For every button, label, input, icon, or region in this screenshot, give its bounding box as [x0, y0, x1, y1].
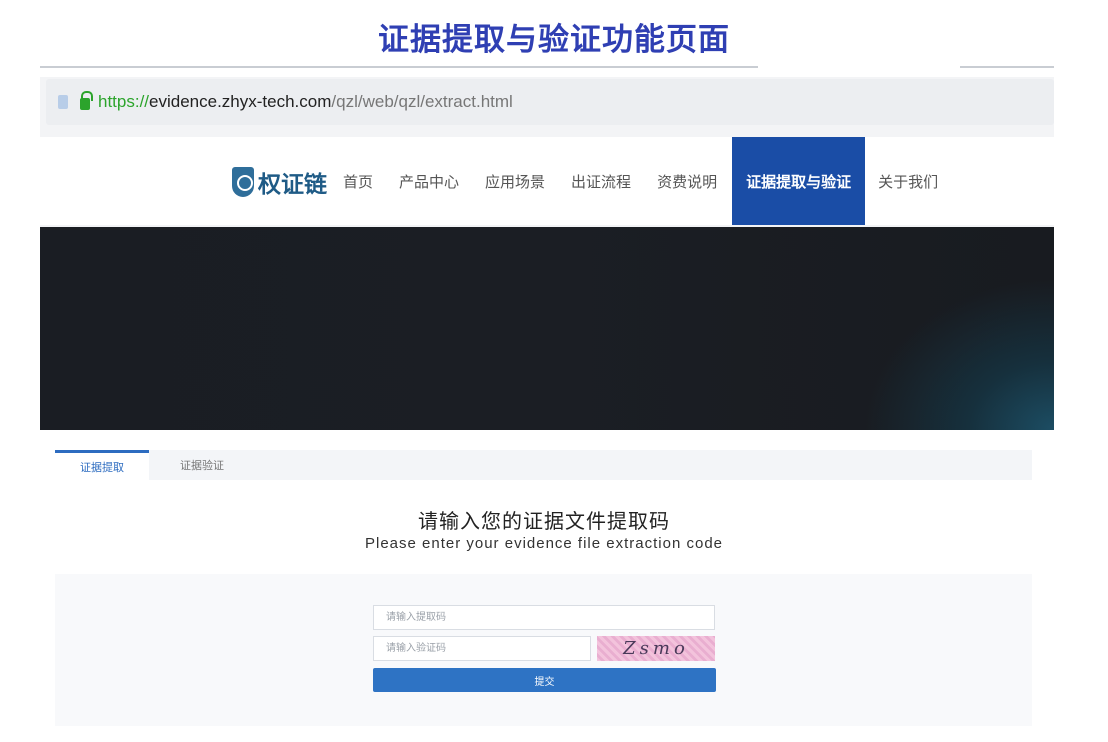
captcha-input[interactable] — [373, 636, 591, 661]
site-logo[interactable]: 权证链 — [232, 165, 327, 199]
tab-evidence-extract[interactable]: 证据提取 — [55, 450, 149, 480]
tab-evidence-verify[interactable]: 证据验证 — [155, 450, 249, 480]
nav-products[interactable]: 产品中心 — [386, 137, 472, 225]
address-bar[interactable]: https://evidence.zhyx-tech.com/qzl/web/q… — [46, 79, 1054, 125]
extraction-code-input[interactable] — [373, 605, 715, 630]
nav-process[interactable]: 出证流程 — [558, 137, 644, 225]
submit-button[interactable]: 提交 — [373, 668, 716, 692]
nav-home[interactable]: 首页 — [330, 137, 386, 225]
hero-banner — [40, 227, 1054, 430]
page-icon — [58, 95, 68, 109]
form-heading-en: Please enter your evidence file extracti… — [364, 535, 723, 552]
main-nav: 首页 产品中心 应用场景 出证流程 资费说明 证据提取与验证 关于我们 — [330, 137, 951, 225]
title-divider-left — [40, 66, 758, 68]
nav-scenarios[interactable]: 应用场景 — [472, 137, 558, 225]
lock-icon — [80, 91, 93, 110]
tabs-bar: 证据提取 证据验证 — [55, 450, 1032, 480]
nav-evidence-extract-verify[interactable]: 证据提取与验证 — [732, 137, 866, 225]
shield-icon — [232, 167, 254, 197]
nav-pricing[interactable]: 资费说明 — [644, 137, 730, 225]
page-title: 证据提取与验证功能页面 — [378, 22, 730, 58]
title-divider-right — [960, 66, 1054, 68]
logo-text: 权证链 — [258, 172, 327, 198]
extract-form-panel: Zsmo 提交 — [55, 574, 1032, 726]
form-heading-cn: 请输入您的证据文件提取码 — [418, 509, 670, 533]
captcha-image[interactable]: Zsmo — [597, 636, 715, 661]
url-host: evidence.zhyx-tech.com — [149, 92, 332, 111]
url-scheme: https:// — [98, 92, 150, 111]
site-header: 权证链 首页 产品中心 应用场景 出证流程 资费说明 证据提取与验证 关于我们 — [40, 137, 1054, 225]
url-text[interactable]: https://evidence.zhyx-tech.com/qzl/web/q… — [98, 92, 513, 112]
url-path: /qzl/web/qzl/extract.html — [331, 92, 513, 111]
nav-about[interactable]: 关于我们 — [865, 137, 951, 225]
